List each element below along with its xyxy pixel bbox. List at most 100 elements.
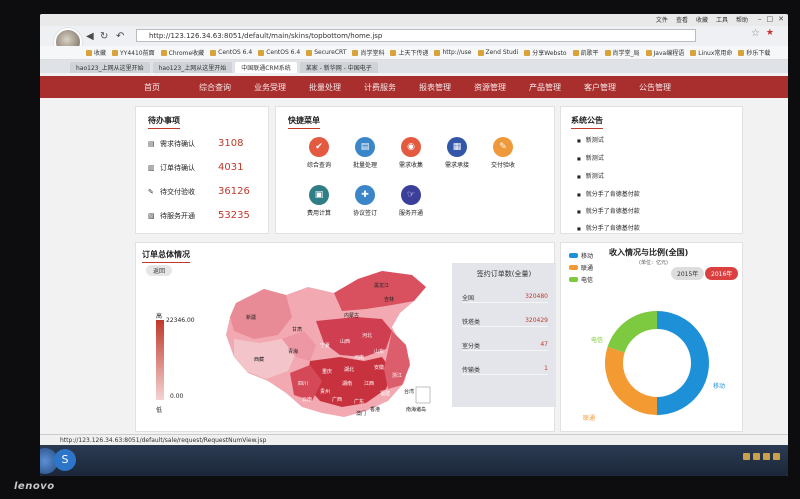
favorite-item[interactable]: 分享Websto bbox=[524, 48, 567, 57]
stats-row[interactable]: 室分类 47 bbox=[462, 341, 548, 351]
favorite-item[interactable]: 凯歌平 bbox=[572, 48, 599, 57]
quick-query-button[interactable]: ✔ 综合查询 bbox=[297, 137, 341, 169]
favorite-item[interactable]: 尚学堂科 bbox=[352, 48, 384, 57]
stats-row[interactable]: 全国 320480 bbox=[462, 293, 548, 303]
fee-icon: ▣ bbox=[309, 185, 329, 205]
menu-file[interactable]: 文件 bbox=[656, 15, 668, 24]
map-region-northeast[interactable] bbox=[334, 271, 426, 311]
document-icon: ▤ bbox=[148, 139, 155, 148]
quick-accept-button[interactable]: ▦ 需求承接 bbox=[435, 137, 479, 169]
quick-fee-button[interactable]: ▣ 费用计算 bbox=[297, 185, 341, 217]
map-label: 河南 bbox=[354, 354, 364, 361]
china-map[interactable]: 黑龙江 吉林 内蒙古 新疆 甘肃 青海 西藏 宁夏 山西 河北 山东 河南 四川… bbox=[216, 261, 446, 426]
back-button[interactable]: 返回 bbox=[146, 265, 173, 276]
map-label: 宁夏 bbox=[320, 342, 330, 349]
address-bar[interactable]: http://123.126.34.63:8051/default/main/s… bbox=[136, 29, 696, 42]
nav-billing[interactable]: 计费服务 bbox=[364, 82, 419, 93]
maximize-icon[interactable]: □ bbox=[767, 15, 774, 23]
donut-slice-1[interactable] bbox=[605, 346, 657, 415]
favorite-item[interactable]: SecureCRT bbox=[306, 49, 346, 56]
close-icon[interactable]: ✕ bbox=[778, 15, 784, 23]
tray-icon[interactable] bbox=[743, 453, 750, 460]
quick-collect-button[interactable]: ◉ 需求收集 bbox=[389, 137, 433, 169]
favorite-item[interactable]: 上天下传递 bbox=[390, 48, 428, 57]
stats-label: 传输类 bbox=[462, 367, 481, 374]
nav-customers[interactable]: 客户管理 bbox=[584, 82, 639, 93]
batch-icon: ▤ bbox=[355, 137, 375, 157]
browser-tab[interactable]: 某家 - 新华网 - 中国电子 bbox=[299, 62, 378, 73]
taskbar-app-icon[interactable]: S bbox=[54, 449, 76, 471]
nav-reports[interactable]: 报表管理 bbox=[419, 82, 474, 93]
income-donut-chart[interactable] bbox=[597, 303, 717, 423]
stats-row[interactable]: 铁塔类 320429 bbox=[462, 317, 548, 327]
tray-icon[interactable] bbox=[763, 453, 770, 460]
favorite-item[interactable]: CentOS 6.4 bbox=[210, 49, 252, 56]
legend-item: 电信 bbox=[569, 275, 593, 284]
notice-item[interactable]: 就分手了肯德基付款 bbox=[577, 189, 640, 198]
notice-item[interactable]: 就分手了肯德基付款 bbox=[577, 223, 640, 232]
favorite-item[interactable]: Chrome收藏 bbox=[160, 48, 204, 57]
undo-icon[interactable]: ↶ bbox=[116, 31, 124, 42]
browser-tab-active[interactable]: 中国联通CRM系统 bbox=[235, 62, 297, 73]
nav-home[interactable]: 首页 bbox=[144, 82, 199, 93]
back-icon[interactable]: ◀ bbox=[86, 31, 94, 42]
browser-tab[interactable]: hao123_上网从这里开始 bbox=[152, 62, 233, 73]
donut-slice-2[interactable] bbox=[607, 311, 657, 353]
todo-item[interactable]: ✎ 待交付验收 36126 bbox=[148, 186, 250, 197]
todo-count: 53235 bbox=[218, 210, 250, 221]
year-2016-button[interactable]: 2016年 bbox=[705, 267, 739, 280]
notice-title: 系统公告 bbox=[571, 116, 603, 129]
favorite-item[interactable]: 秒乐下载 bbox=[738, 48, 770, 57]
quick-delivery-button[interactable]: ✎ 交付验收 bbox=[481, 137, 525, 169]
notice-item[interactable]: 新测试 bbox=[577, 135, 604, 144]
refresh-icon[interactable]: ↻ bbox=[100, 31, 108, 42]
favorite-item[interactable]: YY4410前面 bbox=[112, 48, 155, 57]
menu-help[interactable]: 帮助 bbox=[736, 15, 748, 24]
scale-low-label: 低 bbox=[156, 407, 163, 414]
nav-query[interactable]: 综合查询 bbox=[199, 82, 254, 93]
donut-slice-0[interactable] bbox=[657, 311, 709, 415]
todo-item[interactable]: ▥ 订单待确认 4031 bbox=[148, 162, 243, 173]
menu-favorites[interactable]: 收藏 bbox=[696, 15, 708, 24]
quick-batch-button[interactable]: ▤ 批量处理 bbox=[343, 137, 387, 169]
favorite-add-icon[interactable]: ★ bbox=[766, 28, 774, 38]
notice-item[interactable]: 新测试 bbox=[577, 153, 604, 162]
tray-icon[interactable] bbox=[773, 453, 780, 460]
notice-item[interactable]: 就分手了肯德基付款 bbox=[577, 206, 640, 215]
map-label: 广西 bbox=[332, 396, 342, 403]
favorite-item[interactable]: Linux常用命 bbox=[690, 48, 732, 57]
favorite-item[interactable]: http://use bbox=[434, 49, 472, 56]
nav-resources[interactable]: 资源管理 bbox=[474, 82, 529, 93]
map-label: 西藏 bbox=[254, 356, 264, 363]
favorite-item[interactable]: Zend Studi bbox=[477, 49, 518, 56]
collect-icon: ◉ bbox=[401, 137, 421, 157]
order-overview-title: 订单总体情况 bbox=[142, 250, 190, 263]
nav-batch[interactable]: 批量处理 bbox=[309, 82, 364, 93]
menu-tools[interactable]: 工具 bbox=[716, 15, 728, 24]
favorite-item[interactable]: 尚学堂_局 bbox=[604, 48, 640, 57]
notice-item[interactable]: 新测试 bbox=[577, 171, 604, 180]
quick-agreement-button[interactable]: ✚ 协议签订 bbox=[343, 185, 387, 217]
todo-item[interactable]: ▧ 待服务开通 53235 bbox=[148, 210, 250, 221]
quick-menu-title: 快捷菜单 bbox=[288, 116, 320, 129]
favorite-item[interactable]: CentOS 6.4 bbox=[258, 49, 300, 56]
favorite-item[interactable]: 收藏 bbox=[86, 48, 106, 57]
tray-icon[interactable] bbox=[753, 453, 760, 460]
favorite-item[interactable]: Java编程语 bbox=[645, 48, 684, 57]
nav-business[interactable]: 业务受理 bbox=[254, 82, 309, 93]
quick-menu-label: 批量处理 bbox=[352, 162, 377, 169]
year-2015-button[interactable]: 2015年 bbox=[671, 267, 705, 280]
legend-label: 电信 bbox=[581, 277, 594, 284]
todo-item[interactable]: ▤ 需求待确认 3108 bbox=[148, 138, 243, 149]
minimize-icon[interactable]: – bbox=[758, 15, 762, 23]
legend-label: 联通 bbox=[581, 265, 594, 272]
nav-notices[interactable]: 公告管理 bbox=[639, 82, 694, 93]
favorite-star-icon[interactable]: ☆ bbox=[751, 28, 760, 39]
quick-service-button[interactable]: ☞ 服务开通 bbox=[389, 185, 433, 217]
nav-products[interactable]: 产品管理 bbox=[529, 82, 584, 93]
todo-title: 待办事项 bbox=[148, 116, 180, 129]
menu-view[interactable]: 查看 bbox=[676, 15, 688, 24]
browser-tab[interactable]: hao123_上网从这里开始 bbox=[70, 62, 150, 73]
map-label: 青海 bbox=[288, 348, 298, 355]
stats-row[interactable]: 传输类 1 bbox=[462, 365, 548, 375]
